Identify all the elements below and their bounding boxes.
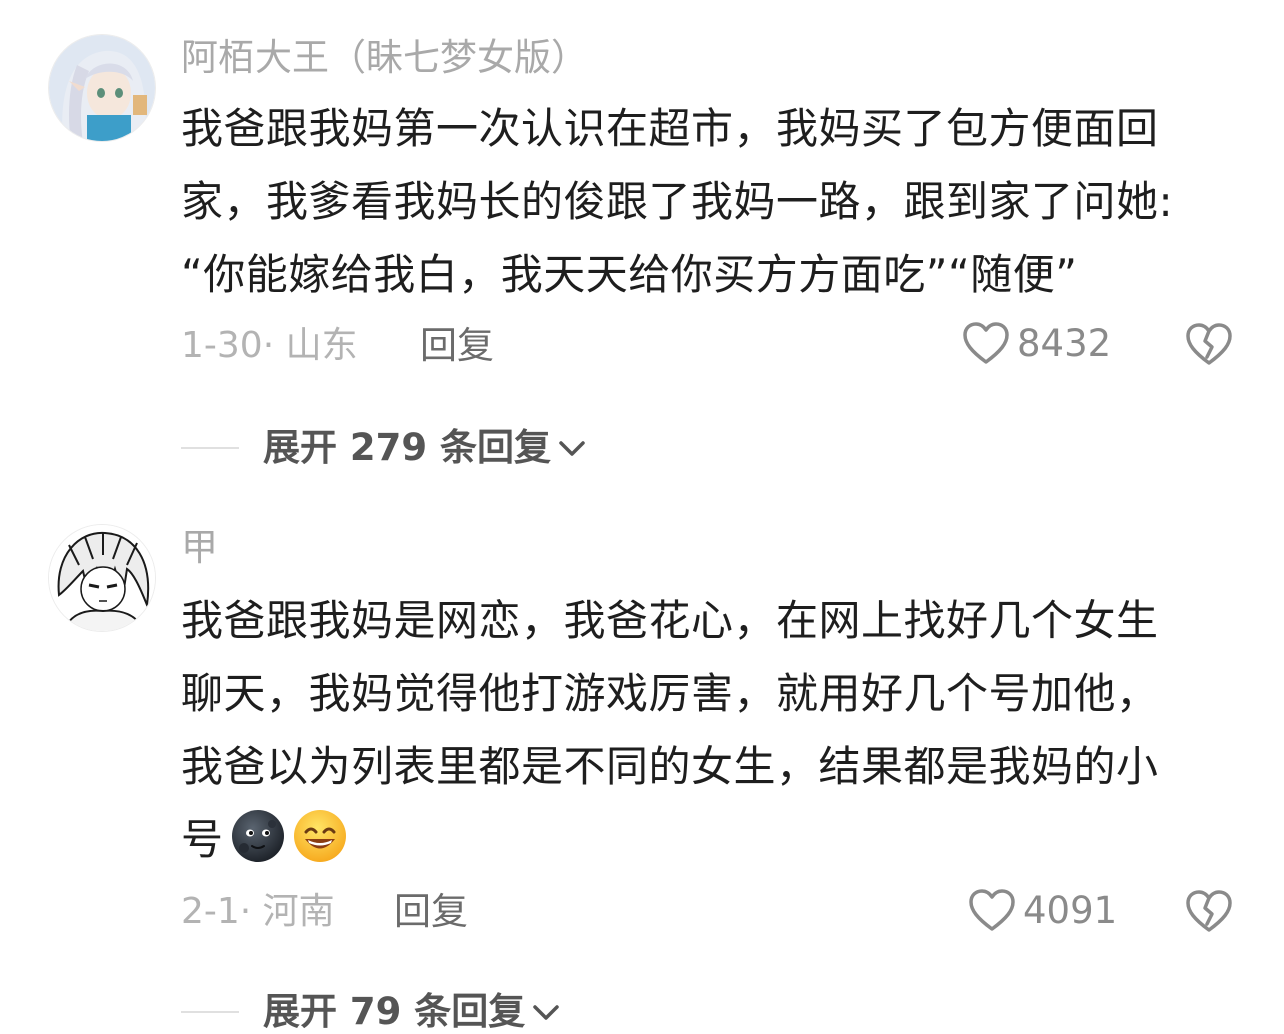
reply-button[interactable]: 回复: [420, 324, 494, 368]
new-moon-face-icon: [231, 810, 284, 862]
comment-line: 我爸以为列表里都是不同的女生，结果都是我妈的小: [181, 742, 1159, 791]
divider: [181, 447, 239, 449]
comment-item: 甲 我爸跟我妈是网恋，我爸花心，在网上找好几个女生 聊天，我妈觉得他打游戏厉害，…: [0, 500, 1284, 1033]
like-button[interactable]: 4091: [967, 886, 1117, 936]
comment-line: 我爸跟我妈第一次认识在超市，我妈买了包方便面回: [181, 104, 1159, 153]
comment-date-location: 1-30· 山东: [181, 325, 358, 366]
expand-replies[interactable]: 展开 79 条回复: [181, 990, 563, 1034]
expand-replies-label[interactable]: 展开 79 条回复: [263, 990, 525, 1034]
username[interactable]: 阿栢大王（眛七梦女版）: [181, 36, 588, 80]
grinning-face-icon: [293, 810, 346, 862]
expand-replies-label[interactable]: 展开 279 条回复: [263, 426, 551, 470]
comment-line: 号: [181, 803, 1241, 876]
chevron-down-icon: [559, 441, 585, 456]
expand-replies[interactable]: 展开 279 条回复: [181, 426, 589, 470]
comment-line: 家，我爹看我妈长的俊跟了我妈一路，跟到家了问她:: [181, 177, 1174, 226]
username[interactable]: 甲: [181, 526, 218, 570]
comment-item: 阿栢大王（眛七梦女版） 我爸跟我妈第一次认识在超市，我妈买了包方便面回 家，我爹…: [0, 0, 1284, 500]
comment-date-location: 2-1· 河南: [181, 891, 335, 932]
like-count: 8432: [1017, 322, 1112, 365]
like-button[interactable]: 8432: [961, 319, 1111, 369]
heart-icon: [969, 889, 1015, 931]
broken-heart-icon: [1186, 323, 1232, 365]
broken-heart-icon: [1186, 890, 1232, 932]
like-count: 4091: [1023, 889, 1118, 932]
dislike-button[interactable]: [1184, 320, 1234, 370]
comment-line: 聊天，我妈觉得他打游戏厉害，就用好几个号加他，: [181, 669, 1159, 718]
avatar[interactable]: [48, 524, 156, 632]
divider: [181, 1011, 239, 1013]
comment-line: “你能嫁给我白，我天天给你买方方面吃”“随便”: [181, 250, 1078, 299]
comment-line-text: 号: [181, 815, 224, 864]
chevron-down-icon: [533, 1005, 560, 1020]
comment-line: 我爸跟我妈是网恋，我爸花心，在网上找好几个女生: [181, 596, 1159, 645]
comment-text: 我爸跟我妈是网恋，我爸花心，在网上找好几个女生 聊天，我妈觉得他打游戏厉害，就用…: [181, 584, 1241, 876]
reply-button[interactable]: 回复: [394, 890, 468, 934]
comment-text: 我爸跟我妈第一次认识在超市，我妈买了包方便面回 家，我爹看我妈长的俊跟了我妈一路…: [181, 92, 1241, 311]
heart-icon: [963, 322, 1009, 364]
avatar[interactable]: [48, 34, 156, 142]
dislike-button[interactable]: [1184, 887, 1234, 937]
